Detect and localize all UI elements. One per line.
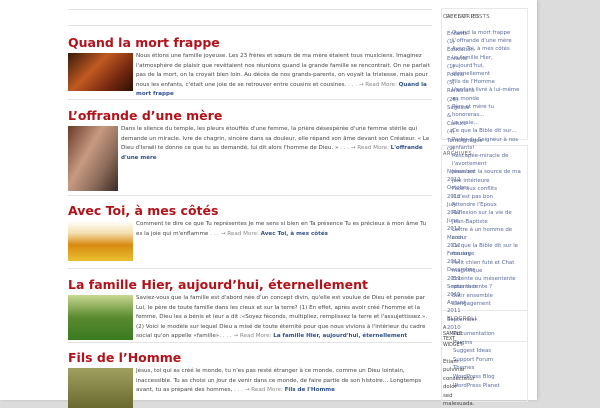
recent-post-link[interactable]: Père et mère tu [452, 103, 521, 111]
divider [68, 25, 432, 26]
archive-link[interactable]: October [447, 184, 477, 192]
archive-link[interactable]: March [447, 234, 477, 242]
post: La famille Hier, aujourd’hui, éternellem… [68, 277, 432, 340]
archive-link[interactable]: 2011 [447, 275, 477, 283]
archive-link[interactable]: December [447, 266, 477, 274]
post: Avec Toi, à mes côtés Comment te dire ce… [68, 203, 432, 261]
archive-link[interactable]: 2012 [447, 225, 477, 233]
post-thumbnail[interactable] [68, 126, 118, 191]
archive-link[interactable]: 2012 [447, 193, 477, 201]
text-widget-body: Etiam pulvinar consectetur dolor sed malesuad… [443, 358, 475, 408]
text-widget-word: Etiam [443, 359, 459, 365]
text-widget-word: dolor [443, 384, 457, 391]
archive-link[interactable]: June [447, 217, 477, 225]
recent-post-link[interactable]: Parler du Seigneur à nos [452, 136, 521, 144]
text-widget-title-word: WIDGET [443, 342, 463, 348]
post-title[interactable]: Quand la mort frappe [68, 35, 432, 50]
read-more-label: . . . → Read More: [340, 145, 391, 151]
divider [68, 99, 432, 100]
divider [68, 9, 432, 10]
archive-link[interactable]: November [447, 168, 477, 176]
recent-post-link[interactable]: La famille Hier, [452, 54, 521, 62]
archive-link[interactable]: 2012 [447, 209, 477, 217]
post: Quand la mort frappe Nous étions une fam… [68, 35, 432, 97]
post-thumbnail[interactable] [68, 221, 133, 261]
text-widget-word: consectetur [443, 375, 475, 382]
read-more-link[interactable]: Fils de l'Homme [285, 387, 335, 393]
recent-post-link[interactable]: Quand la mort frappe [452, 29, 521, 37]
recent-post-link[interactable]: L'offrande d'une mère [452, 37, 521, 45]
post-title[interactable]: L’offrande d’une mère [68, 108, 432, 123]
text-widget-word: sed [443, 392, 453, 399]
recent-post-link[interactable]: La vraie… [452, 119, 521, 127]
archive-link[interactable]: 2012 [447, 258, 477, 266]
post-title[interactable]: Avec Toi, à mes côtés [68, 203, 432, 218]
archive-link[interactable]: 2011 [447, 307, 477, 315]
divider [68, 195, 432, 196]
divider [68, 342, 432, 343]
post-thumbnail[interactable] [68, 53, 133, 91]
post-title[interactable]: Fils de l’Homme [68, 350, 432, 365]
recent-post-link[interactable]: au monde [452, 95, 521, 103]
blogroll-title: BLOGROLL [447, 316, 478, 322]
archives-title: ARCHIVES [443, 151, 473, 157]
recent-posts-title: RECENT POSTS [446, 14, 491, 20]
post-thumbnail[interactable] [68, 295, 133, 340]
recent-post-link[interactable]: L'enfant livré à lui-même [452, 86, 521, 94]
read-more-label: . . . → Read More: [348, 81, 399, 88]
post-thumbnail[interactable] [68, 368, 133, 408]
text-widget-title: A SAMPLE TEXT WIDGET [443, 326, 463, 348]
post: Fils de l’Homme Jésus, toi qui as créé l… [68, 350, 432, 408]
read-more-label: . . . → Read More: [210, 230, 261, 237]
text-widget-word: malesuada. [443, 401, 475, 408]
archive-link[interactable]: 2012 [447, 176, 477, 184]
recent-post-link[interactable]: Ce que la Bible dit sur… [452, 127, 521, 135]
page: Quand la mort frappe Nous étions une fam… [0, 0, 537, 408]
archive-link[interactable]: February [447, 250, 477, 258]
blogroll-link[interactable]: Suggest Ideas [453, 347, 500, 356]
archive-link[interactable]: 2011 [447, 291, 477, 299]
archive-link[interactable]: August [447, 299, 477, 307]
read-more-link[interactable]: La famille Hier, aujourd'hui, éternellem… [273, 333, 407, 339]
read-more-link[interactable]: Avec Toi, à mes côtés [261, 231, 328, 237]
text-widget-word: pulvinar [443, 367, 465, 374]
archive-link[interactable]: 2012 [447, 242, 477, 250]
recent-post-link[interactable]: éternellement [452, 70, 521, 78]
archive-link[interactable]: July [447, 201, 477, 209]
read-more-label: . . . → Read More: [222, 333, 274, 339]
recent-post-link[interactable]: honoreras… [452, 111, 521, 119]
recent-post-link[interactable]: Fils de l'Homme [452, 78, 521, 86]
recent-post-link[interactable]: Avec Toi, à mes côtés [452, 45, 521, 53]
recent-post-link[interactable]: aujourd'hui, [452, 62, 521, 70]
post: L’offrande d’une mère Dans le silence du… [68, 108, 432, 191]
post-title[interactable]: La famille Hier, aujourd’hui, éternellem… [68, 277, 432, 292]
divider [68, 268, 432, 269]
read-more-label: . . . → Read More: [234, 387, 285, 393]
archive-link[interactable]: September [447, 283, 477, 291]
archives-list: November 2012 October 2012 July 2012 June 2012 M… [447, 168, 477, 332]
